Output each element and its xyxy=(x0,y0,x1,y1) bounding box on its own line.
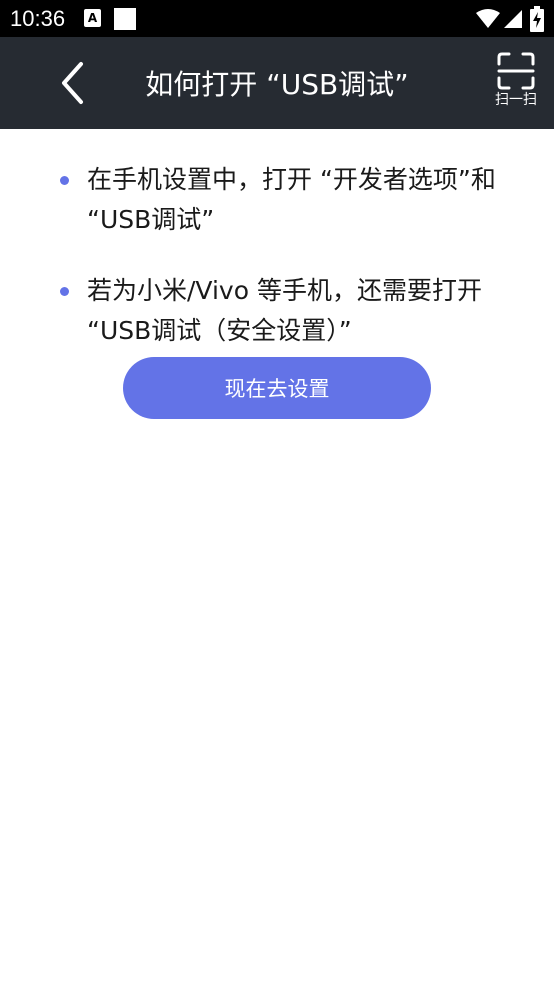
back-button[interactable] xyxy=(48,55,98,111)
battery-charging-icon xyxy=(530,6,544,32)
app-bar: 如何打开 “USB调试” 扫一扫 xyxy=(0,37,554,129)
notification-a-icon: A xyxy=(84,9,101,27)
scan-label: 扫一扫 xyxy=(495,92,537,108)
instruction-item: 若为小米/Vivo 等手机，还需要打开 “USB调试（安全设置）” xyxy=(60,271,500,351)
go-to-settings-button[interactable]: 现在去设置 xyxy=(123,357,431,419)
notification-square-icon xyxy=(114,8,136,30)
status-time: 10:36 xyxy=(10,6,66,31)
instruction-text: 在手机设置中，打开 “开发者选项”和 “USB调试” xyxy=(87,165,496,234)
signal-icon xyxy=(504,10,522,28)
wifi-icon xyxy=(476,9,500,28)
bullet-icon xyxy=(60,176,69,185)
chevron-left-icon xyxy=(62,62,83,104)
instruction-text: 若为小米/Vivo 等手机，还需要打开 “USB调试（安全设置）” xyxy=(87,276,482,345)
instruction-item: 在手机设置中，打开 “开发者选项”和 “USB调试” xyxy=(60,160,500,240)
scan-button[interactable]: 扫一扫 xyxy=(486,51,546,115)
page-title: 如何打开 “USB调试” xyxy=(145,68,409,101)
status-bar: 10:36 A xyxy=(0,0,554,37)
scan-frame-icon xyxy=(497,52,535,90)
bullet-icon xyxy=(60,287,69,296)
